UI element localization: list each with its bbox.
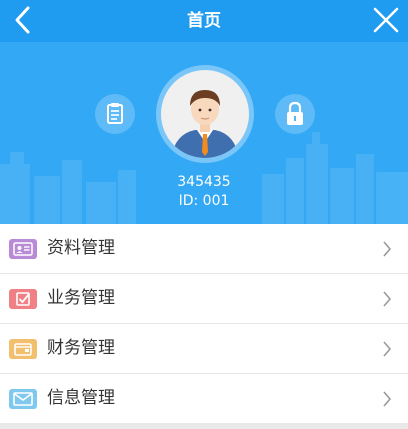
menu-item-profile-management[interactable]: 资料管理 — [0, 224, 408, 274]
wallet-icon — [9, 339, 37, 359]
avatar-ring — [156, 65, 254, 163]
envelope-icon — [9, 389, 37, 409]
chevron-right-icon — [383, 341, 392, 357]
menu-item-finance-management[interactable]: 财务管理 — [0, 324, 408, 374]
lock-button[interactable] — [275, 94, 315, 134]
menu-list: 资料管理 业务管理 财务管理 信息管理 — [0, 224, 408, 424]
lock-icon — [287, 101, 303, 125]
profile-card-icon — [9, 239, 37, 259]
chevron-right-icon — [383, 391, 392, 407]
close-icon[interactable] — [370, 4, 402, 36]
menu-item-business-management[interactable]: 业务管理 — [0, 274, 408, 324]
chevron-right-icon — [383, 241, 392, 257]
menu-item-label: 信息管理 — [47, 388, 115, 408]
bottom-spacer — [0, 423, 408, 429]
checkbox-icon — [9, 289, 37, 309]
menu-item-label: 资料管理 — [47, 238, 115, 258]
profile-header: 345435 ID: 001 — [0, 42, 408, 224]
menu-item-label: 业务管理 — [47, 288, 115, 308]
clipboard-icon — [107, 103, 123, 124]
page-title: 首页 — [187, 11, 221, 31]
user-id: ID: 001 — [178, 193, 230, 209]
username: 345435 — [177, 174, 231, 190]
menu-item-label: 财务管理 — [47, 338, 115, 358]
businessman-avatar-icon — [171, 90, 239, 158]
clipboard-button[interactable] — [95, 94, 135, 134]
chevron-right-icon — [383, 291, 392, 307]
menu-item-message-management[interactable]: 信息管理 — [0, 374, 408, 424]
top-nav-bar: 首页 — [0, 0, 408, 42]
avatar[interactable] — [161, 70, 249, 158]
